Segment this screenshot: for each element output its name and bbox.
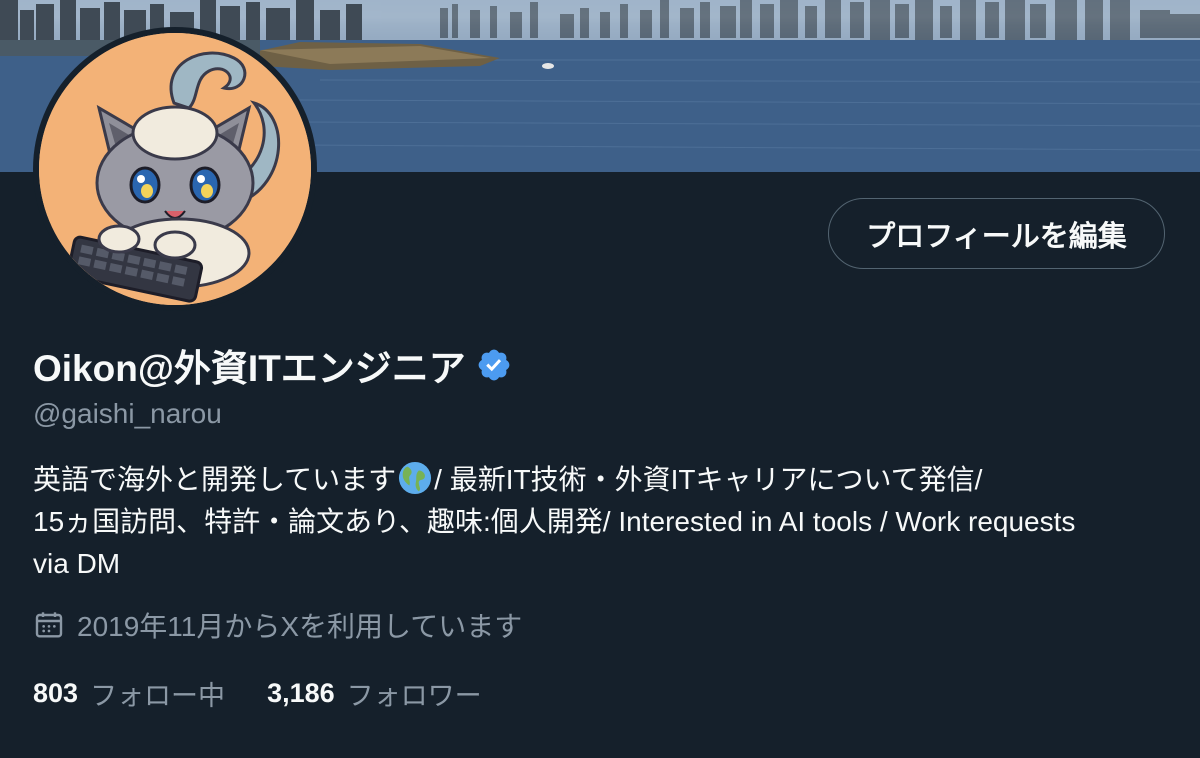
profile-name-row: Oikon@外資ITエンジニア — [33, 340, 512, 390]
bio-line-2: 15ヵ国訪問、特許・論文あり、趣味:個人開発/ Interested in AI… — [33, 506, 1076, 537]
calendar-icon — [35, 612, 63, 638]
follow-stats: 803 フォロー中 3,186 フォロワー — [33, 672, 524, 714]
followers-link[interactable]: 3,186 フォロワー — [267, 674, 482, 713]
bio-text-1b: / 最新IT技術・外資ITキャリアについて発信/ — [434, 464, 983, 495]
bio-text-1a: 英語で海外と開発しています — [33, 464, 397, 495]
bio-line-3: via DM — [33, 548, 121, 579]
profile-bio: 英語で海外と開発しています / 最新IT技術・外資ITキャリアについて発信/ 15… — [33, 459, 1183, 585]
profile-handle: @gaishi_narou — [33, 398, 222, 429]
followers-count: 3,186 — [267, 677, 335, 708]
bio-line-1: 英語で海外と開発しています / 最新IT技術・外資ITキャリアについて発信/ — [33, 459, 1183, 501]
avatar-cat-illustration — [39, 33, 311, 305]
followers-label: フォロワー — [346, 680, 482, 711]
following-label: フォロー中 — [90, 680, 226, 711]
verified-badge-icon[interactable] — [476, 347, 512, 383]
profile-avatar[interactable] — [33, 27, 317, 311]
display-name: Oikon@外資ITエンジニア — [33, 348, 466, 389]
globe-emoji-icon — [399, 461, 432, 495]
joined-date: 2019年11月からXを利用しています — [33, 604, 522, 646]
joined-text: 2019年11月からXを利用しています — [77, 611, 523, 642]
edit-profile-button[interactable]: プロフィールを編集 — [828, 198, 1165, 269]
following-count: 803 — [33, 677, 79, 708]
following-link[interactable]: 803 フォロー中 — [33, 674, 225, 713]
